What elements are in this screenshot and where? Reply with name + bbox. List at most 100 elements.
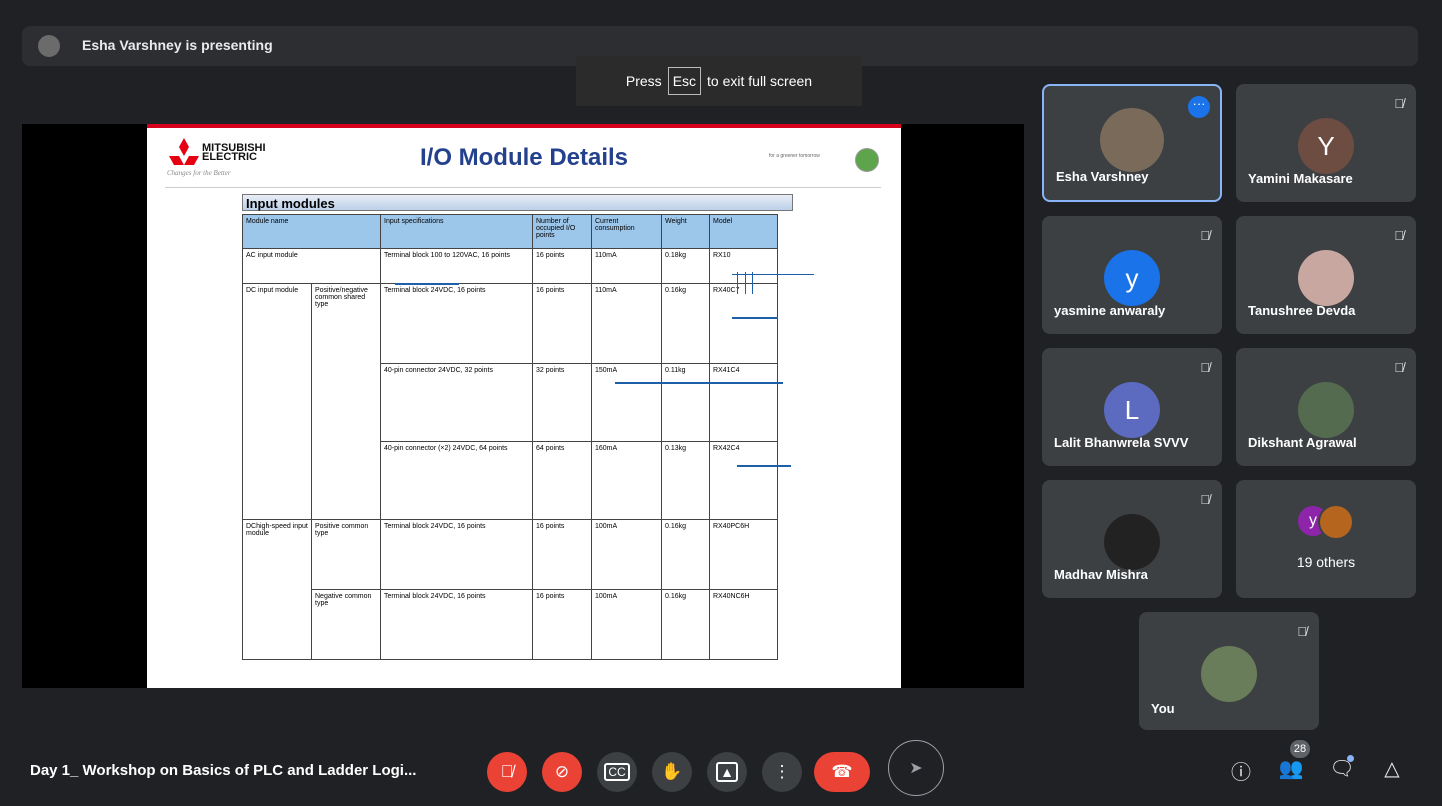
more-options-icon[interactable]: ··· bbox=[1188, 96, 1210, 118]
participant-tile-self[interactable]: 🎙̸ You bbox=[1139, 612, 1319, 730]
eco-badge-icon bbox=[855, 148, 879, 172]
esc-key: Esc bbox=[667, 67, 702, 95]
participant-name: Dikshant Agrawal bbox=[1248, 435, 1357, 450]
participant-count-badge: 28 bbox=[1290, 740, 1310, 758]
cell-weight: 0.16kg bbox=[661, 283, 710, 364]
cell-module: AC input module bbox=[242, 248, 381, 284]
cell-current: 160mA bbox=[591, 441, 662, 520]
participant-tile-yamini[interactable]: 🎙̸ Y Yamini Makasare bbox=[1236, 84, 1416, 202]
camera-off-button[interactable]: ⊘ bbox=[542, 752, 582, 792]
people-button[interactable]: 👥 bbox=[1276, 756, 1306, 781]
mic-off-icon: 🎙̸ bbox=[1297, 624, 1307, 639]
ink-underline bbox=[615, 382, 783, 384]
cell-model: RX42C4 bbox=[709, 441, 778, 520]
raise-hand-button[interactable]: ✋ bbox=[652, 752, 692, 792]
table-header-row: Module name Input specifications Number … bbox=[242, 214, 778, 249]
activities-button[interactable]: △ bbox=[1377, 756, 1407, 781]
cell-weight: 0.11kg bbox=[661, 363, 710, 442]
ink-underline bbox=[395, 283, 459, 285]
cell-module: DC input module bbox=[242, 283, 312, 520]
header-input-spec: Input specifications bbox=[380, 214, 533, 249]
cell-spec: Terminal block 100 to 120VAC, 16 points bbox=[380, 248, 533, 284]
header-points: Number of occupied I/O points bbox=[532, 214, 592, 249]
presentation-stage[interactable]: MITSUBISHI ELECTRIC Changes for the Bett… bbox=[22, 124, 1024, 688]
participant-name: Tanushree Devda bbox=[1248, 303, 1356, 318]
cell-current: 100mA bbox=[591, 519, 662, 590]
participant-name: yasmine anwaraly bbox=[1054, 303, 1166, 318]
cell-points: 16 points bbox=[532, 519, 592, 590]
cell-weight: 0.13kg bbox=[661, 441, 710, 520]
participant-name: Esha Varshney bbox=[1056, 169, 1149, 184]
ink-stroke bbox=[752, 272, 753, 294]
avatar bbox=[1201, 646, 1257, 702]
camera-off-icon: ⊘ bbox=[554, 762, 570, 781]
avatar-initial: y bbox=[1125, 262, 1139, 293]
meeting-title: Day 1_ Workshop on Basics of PLC and Lad… bbox=[30, 762, 417, 779]
mic-off-button[interactable]: 🎙̸ bbox=[487, 752, 527, 792]
table-row: DChigh-speed input module Positive commo… bbox=[242, 519, 778, 660]
avatar bbox=[1298, 250, 1354, 306]
cell-spec: 40-pin connector (×2) 24VDC, 64 points bbox=[380, 441, 533, 520]
mic-off-icon: 🎙̸ bbox=[1394, 228, 1404, 243]
cell-current: 110mA bbox=[591, 248, 662, 284]
avatar: y bbox=[1104, 250, 1160, 306]
cell-weight: 0.16kg bbox=[661, 519, 710, 590]
participant-name: You bbox=[1151, 701, 1175, 716]
table-row: DC input module Positive/negative common… bbox=[242, 283, 778, 520]
avatar-initial: y bbox=[1309, 512, 1317, 529]
participant-tile-yasmine[interactable]: 🎙̸ y yasmine anwaraly bbox=[1042, 216, 1222, 334]
info-button[interactable]: ⓘ bbox=[1226, 756, 1256, 785]
avatar bbox=[1318, 504, 1354, 540]
header-weight: Weight bbox=[661, 214, 710, 249]
header-module-name: Module name bbox=[242, 214, 381, 249]
send-icon: ➤ bbox=[909, 760, 923, 777]
cell-points: 64 points bbox=[532, 441, 592, 520]
more-options-button[interactable]: ⋮ bbox=[762, 752, 802, 792]
mic-off-icon: 🎙̸ bbox=[1200, 360, 1210, 375]
cell-model: RX10 bbox=[709, 248, 778, 284]
avatar bbox=[1298, 382, 1354, 438]
cell-points: 16 points bbox=[532, 283, 592, 364]
avatar: L bbox=[1104, 382, 1160, 438]
cell-points: 16 points bbox=[532, 589, 592, 660]
activity-cursor-button[interactable]: ➤ bbox=[888, 740, 944, 796]
mic-off-icon: 🎙̸ bbox=[1200, 228, 1210, 243]
participant-tile-dikshant[interactable]: 🎙̸ Dikshant Agrawal bbox=[1236, 348, 1416, 466]
ink-stroke bbox=[745, 272, 746, 294]
mic-off-icon: 🎙̸ bbox=[1200, 492, 1210, 507]
ink-stroke bbox=[737, 272, 738, 294]
cell-type: Positive common type bbox=[311, 519, 381, 590]
cell-spec: Terminal block 24VDC, 16 points bbox=[380, 283, 533, 364]
participant-tile-others[interactable]: y 19 others bbox=[1236, 480, 1416, 598]
tooltip-press: Press bbox=[625, 73, 662, 89]
cell-current: 150mA bbox=[591, 363, 662, 442]
table-row: AC input module Terminal block 100 to 12… bbox=[242, 248, 778, 284]
participant-tile-lalit[interactable]: 🎙̸ L Lalit Bhanwrela SVVV bbox=[1042, 348, 1222, 466]
mic-off-icon: 🎙̸ bbox=[500, 762, 514, 781]
slide: MITSUBISHI ELECTRIC Changes for the Bett… bbox=[147, 124, 901, 688]
participant-tile-madhav[interactable]: 🎙̸ Madhav Mishra bbox=[1042, 480, 1222, 598]
captions-button[interactable]: CC bbox=[597, 752, 637, 792]
table-row: Negative common type Terminal block 24VD… bbox=[243, 589, 778, 660]
chat-notification-dot bbox=[1347, 755, 1354, 762]
cell-weight: 0.18kg bbox=[661, 248, 710, 284]
header-current: Current consumption bbox=[591, 214, 662, 249]
slide-top-rule bbox=[147, 124, 901, 128]
participant-tile-esha[interactable]: ··· Esha Varshney bbox=[1042, 84, 1222, 202]
modules-table: Module name Input specifications Number … bbox=[242, 214, 778, 660]
people-icon: 👥 bbox=[1278, 758, 1304, 780]
cell-model: RX40C7 bbox=[709, 283, 778, 364]
cell-current: 100mA bbox=[591, 589, 662, 660]
header-model: Model bbox=[709, 214, 778, 249]
ink-underline bbox=[732, 317, 778, 319]
avatar bbox=[1104, 514, 1160, 570]
cell-model: RX41C4 bbox=[709, 363, 778, 442]
participant-tile-tanushree[interactable]: 🎙̸ Tanushree Devda bbox=[1236, 216, 1416, 334]
hang-up-button[interactable]: ☎ bbox=[814, 752, 870, 792]
others-count: 19 others bbox=[1296, 554, 1356, 570]
present-button[interactable]: ▲ bbox=[707, 752, 747, 792]
mic-off-icon: 🎙̸ bbox=[1394, 360, 1404, 375]
present-icon: ▲ bbox=[716, 762, 738, 782]
info-icon: ⓘ bbox=[1231, 762, 1251, 784]
raise-hand-icon: ✋ bbox=[661, 762, 683, 781]
